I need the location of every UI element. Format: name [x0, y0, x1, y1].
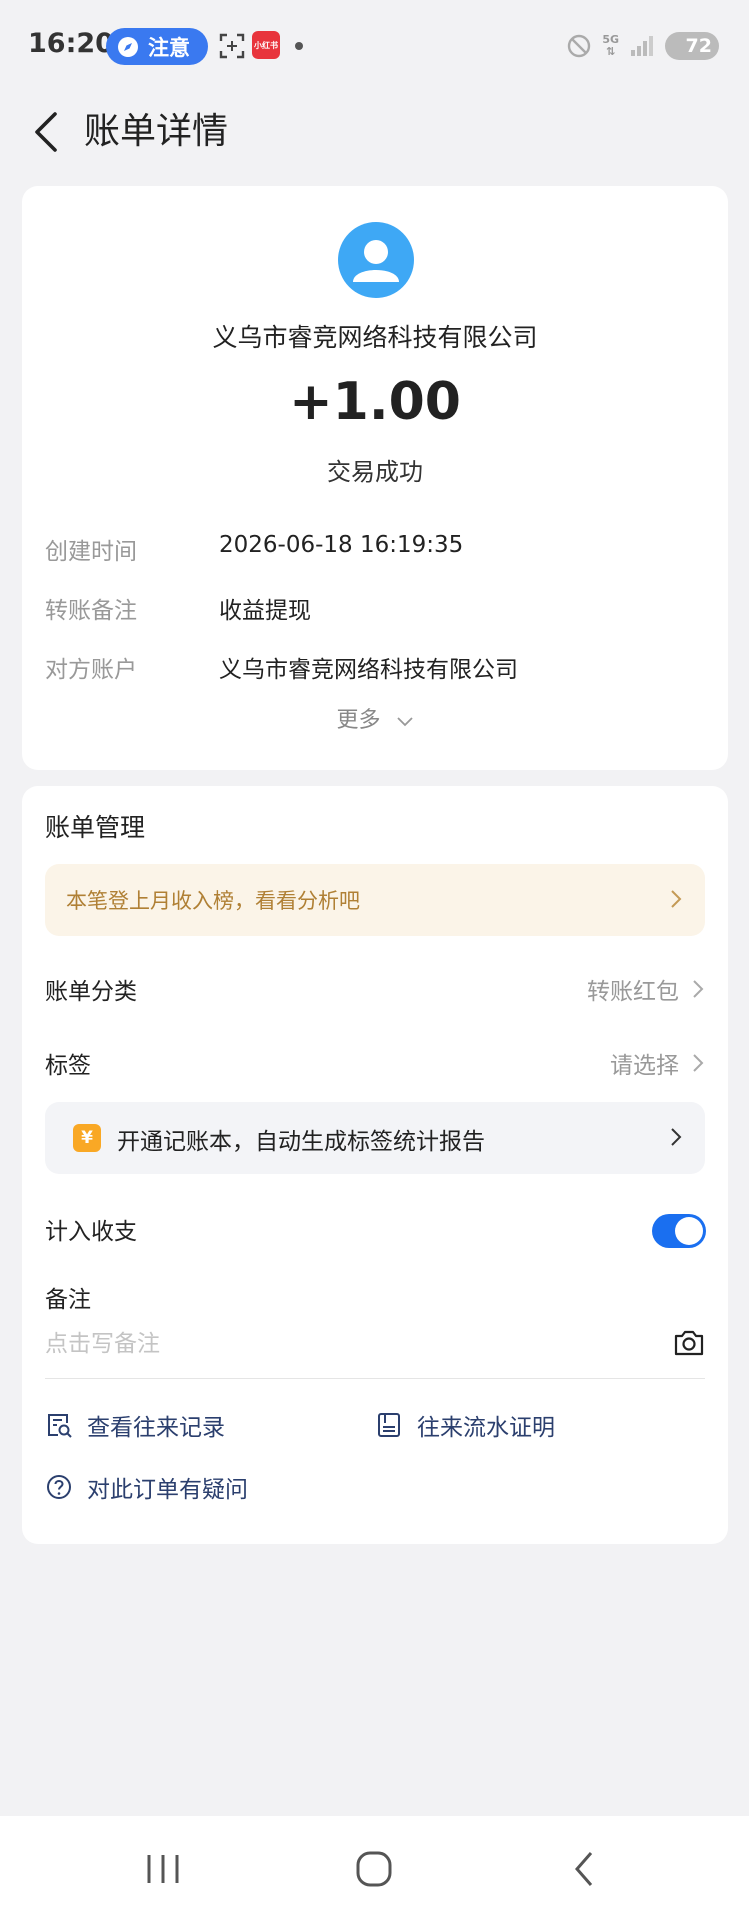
income-rank-banner[interactable]: 本笔登上月收入榜，看看分析吧: [45, 864, 705, 936]
title-bar: 账单详情: [0, 92, 749, 184]
view-history-label: 查看往来记录: [87, 1415, 225, 1441]
info-label: 转账备注: [45, 598, 137, 624]
promo-text: 本笔登上月收入榜，看看分析吧: [66, 889, 360, 913]
chevron-left-icon: [35, 112, 57, 152]
info-label: 创建时间: [45, 539, 137, 565]
chevron-down-icon: [396, 717, 413, 727]
notice-label: 注意: [148, 35, 190, 60]
toggle-knob: [675, 1217, 703, 1245]
back-button[interactable]: [26, 102, 66, 162]
transaction-proof-label: 往来流水证明: [417, 1415, 555, 1441]
view-history-link[interactable]: 查看往来记录: [45, 1408, 225, 1442]
dnd-icon: [568, 34, 591, 58]
info-value: 2026-06-18 16:19:35: [219, 532, 464, 558]
info-value: 收益提现: [219, 598, 311, 624]
status-bar: 16:20 注意 小红书 5G ⇅ 72: [0, 0, 749, 92]
tag-value: 请选择: [610, 1053, 679, 1079]
category-value: 转账红包: [587, 979, 679, 1005]
home-icon: [356, 1851, 392, 1887]
info-row-transfer-note: 转账备注 收益提现: [45, 591, 705, 631]
bookkeeping-banner[interactable]: ¥ 开通记账本，自动生成标签统计报告: [45, 1102, 705, 1174]
status-right: 5G ⇅ 72: [566, 30, 719, 62]
transaction-proof-link[interactable]: 往来流水证明: [375, 1408, 555, 1442]
system-back-button[interactable]: [554, 1844, 614, 1894]
notification-dot: [295, 42, 303, 50]
camera-icon[interactable]: [672, 1326, 706, 1360]
chevron-right-icon: [693, 980, 704, 998]
merchant-avatar: [338, 222, 414, 298]
recent-apps-button[interactable]: [133, 1844, 193, 1894]
category-label: 账单分类: [45, 979, 137, 1005]
scan-icon: [219, 33, 245, 59]
chevron-right-icon: [693, 1054, 704, 1072]
info-row-created-time: 创建时间 2026-06-18 16:19:35: [45, 532, 705, 572]
status-time: 16:20: [28, 28, 114, 59]
remark-input[interactable]: [45, 1324, 645, 1364]
info-row-counterparty: 对方账户 义乌市睿竞网络科技有限公司: [45, 650, 705, 690]
bill-category-row[interactable]: 账单分类 转账红包: [45, 960, 705, 1020]
transaction-status: 交易成功: [327, 458, 423, 486]
compass-icon: [118, 36, 138, 57]
order-question-label: 对此订单有疑问: [87, 1477, 248, 1503]
info-value: 义乌市睿竞网络科技有限公司: [219, 657, 518, 683]
merchant-name: 义乌市睿竞网络科技有限公司: [212, 323, 538, 352]
order-question-link[interactable]: 对此订单有疑问: [45, 1470, 248, 1504]
document-icon: [378, 1413, 400, 1437]
page-title: 账单详情: [84, 111, 229, 152]
chevron-right-icon: [671, 1128, 682, 1146]
record-search-icon: [48, 1414, 72, 1438]
include-income-row: 计入收支: [45, 1200, 705, 1260]
network-type: 5G ⇅: [602, 33, 619, 58]
more-label: 更多: [336, 708, 381, 733]
user-icon: [353, 240, 399, 282]
bill-management-card: 账单管理 本笔登上月收入榜，看看分析吧 账单分类 转账红包 标签 请选择 ¥ 开…: [22, 786, 728, 1544]
system-nav-bar: [0, 1816, 749, 1920]
divider: [45, 1378, 705, 1379]
section-title: 账单管理: [45, 813, 146, 842]
include-label: 计入收支: [45, 1219, 137, 1245]
transaction-summary-card: 义乌市睿竞网络科技有限公司 +1.00 交易成功 创建时间 2026-06-18…: [22, 186, 728, 770]
signal-icon: [631, 36, 653, 56]
remark-label: 备注: [45, 1287, 91, 1313]
more-button[interactable]: 更多: [22, 702, 728, 734]
notice-pill[interactable]: 注意: [106, 28, 208, 65]
info-label: 对方账户: [45, 657, 137, 683]
include-income-toggle[interactable]: [652, 1214, 706, 1248]
xiaohongshu-app-icon: 小红书: [252, 31, 280, 59]
help-circle-icon: [47, 1475, 71, 1499]
tag-label: 标签: [45, 1053, 91, 1079]
yuan-coin-icon: ¥: [73, 1124, 101, 1152]
chevron-right-icon: [671, 890, 682, 908]
recent-apps-icon: [147, 1855, 179, 1883]
battery-indicator: 72: [665, 32, 719, 60]
transaction-amount: +1.00: [289, 372, 461, 432]
home-button[interactable]: [344, 1844, 404, 1894]
bookkeeping-text: 开通记账本，自动生成标签统计报告: [117, 1129, 485, 1155]
tag-row[interactable]: 标签 请选择: [45, 1034, 705, 1094]
back-icon: [575, 1852, 593, 1886]
